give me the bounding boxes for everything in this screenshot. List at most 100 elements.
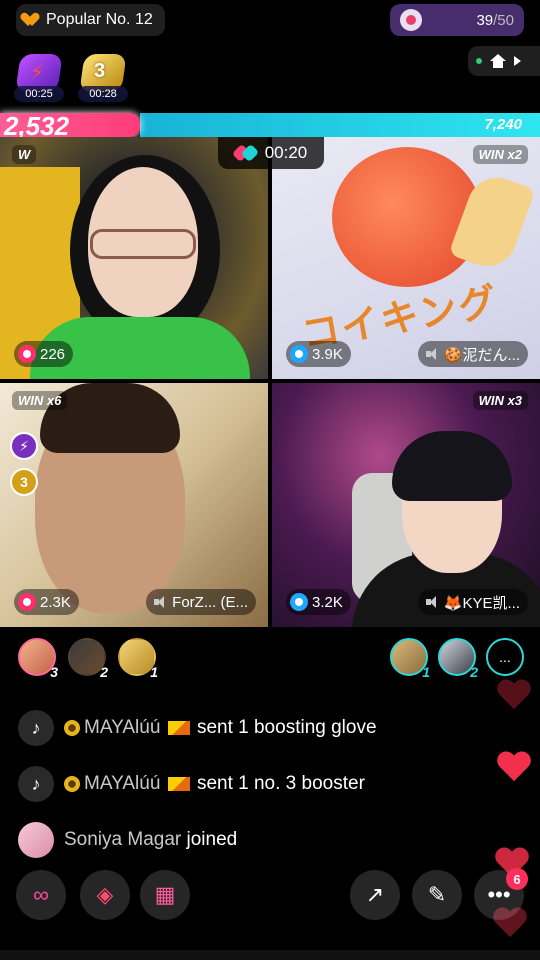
sunflower-icon bbox=[64, 775, 80, 792]
sunflower-icon bbox=[64, 719, 80, 736]
bhutan-flag-icon bbox=[167, 776, 190, 791]
link-button[interactable]: ∞ bbox=[16, 870, 66, 920]
number-3-badge-icon[interactable]: 3 bbox=[10, 468, 38, 496]
participant-count: 39/50 bbox=[476, 11, 514, 29]
host-name: ForZ... (E... bbox=[172, 593, 248, 611]
host-name-pill[interactable]: 🦊KYE凯... bbox=[417, 589, 528, 615]
more-button[interactable]: ••• 6 bbox=[474, 868, 528, 920]
live-dot-icon bbox=[476, 58, 482, 64]
booster-timer: 00:25 bbox=[14, 86, 64, 102]
mute-icon bbox=[154, 596, 168, 608]
lightning-icon: ⚡ bbox=[30, 62, 45, 84]
magic-wand-icon: ✎ bbox=[427, 882, 447, 907]
score-icon bbox=[290, 345, 308, 363]
gifter-rank: 1 bbox=[150, 664, 158, 680]
bottom-controls: ∞ ◈ ▦ ↗ ✎ ••• 6 bbox=[16, 868, 528, 922]
half-heart-icon bbox=[24, 13, 40, 27]
tile-boost-badges: ⚡ 3 bbox=[10, 432, 38, 496]
popular-rank-pill[interactable]: Popular No. 12 bbox=[16, 4, 165, 36]
home-icon[interactable] bbox=[490, 54, 506, 68]
popular-rank-label: Popular No. 12 bbox=[46, 11, 153, 28]
floating-heart-icon bbox=[496, 680, 532, 712]
user-avatar[interactable] bbox=[18, 822, 54, 858]
hair bbox=[392, 431, 512, 501]
booster-timer: 00:28 bbox=[78, 86, 128, 102]
tile-score: 2.3K bbox=[40, 593, 71, 611]
chat-message[interactable]: ♪ MAYAlúú sent 1 boosting glove bbox=[18, 700, 488, 756]
score-icon bbox=[290, 593, 308, 611]
chat-message[interactable]: ♪ MAYAlúú sent 1 no. 3 booster bbox=[18, 756, 488, 812]
battle-grid: W 226 コイキング WIN x2 3.9K 🍪泥だん... WIN x6 2… bbox=[0, 137, 540, 627]
host-name-pill[interactable]: ForZ... (E... bbox=[146, 589, 256, 615]
host-tile-1[interactable]: W 226 bbox=[0, 137, 268, 379]
host-tile-4[interactable]: WIN x3 3.2K 🦊KYE凯... bbox=[272, 383, 540, 627]
tile-score: 3.2K bbox=[312, 593, 343, 611]
tile-score-pill: 3.2K bbox=[286, 589, 351, 615]
battle-timer-text: 00:20 bbox=[264, 143, 308, 162]
battle-button[interactable]: ◈ bbox=[80, 870, 130, 920]
booster-glyph: 3 bbox=[94, 60, 106, 82]
score-icon bbox=[18, 345, 36, 363]
win-badge: WIN x2 bbox=[472, 145, 528, 164]
gifter-rank: 1 bbox=[422, 664, 430, 680]
battle-icon bbox=[235, 146, 257, 160]
share-button[interactable]: ↗ bbox=[350, 870, 400, 920]
host-name-pill[interactable]: 🍪泥だん... bbox=[417, 341, 528, 367]
right-score: 7,240 bbox=[484, 116, 522, 133]
gifter-rank: 3 bbox=[50, 664, 58, 680]
play-icon[interactable] bbox=[514, 56, 521, 66]
chat-line: Soniya Magar joined bbox=[64, 829, 237, 851]
chat-message[interactable]: Soniya Magar joined bbox=[18, 812, 488, 868]
room-controls[interactable] bbox=[468, 46, 540, 76]
booster-number-3[interactable]: 3 00:28 bbox=[78, 54, 128, 102]
booster-lightning[interactable]: ⚡ 00:25 bbox=[14, 54, 64, 102]
participant-count-pill[interactable]: 39/50 bbox=[390, 4, 524, 36]
widgets-button[interactable]: ▦ bbox=[140, 870, 190, 920]
glasses bbox=[90, 229, 196, 259]
battle-timer: 00:20 bbox=[218, 137, 324, 169]
booster-list: ⚡ 00:25 3 00:28 bbox=[14, 54, 128, 102]
left-team-gifters: 3 2 1 bbox=[18, 638, 158, 680]
chat-username[interactable]: MAYAlúú bbox=[84, 773, 160, 794]
chat-username[interactable]: Soniya Magar bbox=[64, 829, 181, 850]
chat-text: sent 1 no. 3 booster bbox=[196, 773, 365, 794]
right-team-gifters: 1 2 ... bbox=[390, 638, 524, 680]
tile-score: 226 bbox=[40, 345, 66, 363]
tile-score-pill: 226 bbox=[14, 341, 74, 367]
tiktok-icon: ♪ bbox=[18, 710, 54, 746]
gifter-avatar[interactable]: 1 bbox=[390, 638, 430, 680]
right-score-fill bbox=[140, 113, 540, 137]
tile-score: 3.9K bbox=[312, 345, 343, 363]
chat-line: MAYAlúú sent 1 no. 3 booster bbox=[64, 773, 365, 795]
link-icon: ∞ bbox=[33, 882, 49, 907]
more-dots-icon: ••• bbox=[487, 882, 511, 907]
effects-button[interactable]: ✎ bbox=[412, 870, 462, 920]
host-name: 🦊KYE凯... bbox=[443, 594, 520, 612]
battle-icon: ◈ bbox=[96, 882, 114, 907]
more-gifters-button[interactable]: ... bbox=[486, 638, 524, 676]
battle-score-bar: 2,532 7,240 bbox=[0, 111, 540, 141]
gifter-avatar[interactable]: 1 bbox=[118, 638, 158, 680]
gifter-avatar[interactable]: 3 bbox=[18, 638, 58, 680]
gifter-rank: 2 bbox=[100, 664, 108, 680]
host-tile-3[interactable]: WIN x6 2.3K ForZ... (E... bbox=[0, 383, 268, 627]
score-icon bbox=[18, 593, 36, 611]
notification-badge: 6 bbox=[506, 868, 528, 890]
win-badge: WIN x6 bbox=[12, 391, 68, 410]
gifter-rank: 2 bbox=[470, 664, 478, 680]
host-tile-2[interactable]: コイキング WIN x2 3.9K 🍪泥だん... bbox=[272, 137, 540, 379]
mute-icon bbox=[425, 348, 440, 360]
chat-text: joined bbox=[186, 829, 238, 850]
grid-icon: ▦ bbox=[154, 882, 176, 907]
floating-heart-icon bbox=[496, 752, 532, 784]
more-label: ... bbox=[499, 649, 511, 665]
win-badge: W bbox=[12, 145, 37, 164]
tile-score-pill: 3.9K bbox=[286, 341, 351, 367]
chat-username[interactable]: MAYAlúú bbox=[84, 717, 160, 738]
magikarp-illustration bbox=[332, 147, 482, 287]
system-bottom-strip bbox=[0, 950, 540, 960]
gifter-avatar[interactable]: 2 bbox=[68, 638, 108, 680]
bhutan-flag-icon bbox=[167, 720, 190, 735]
lightning-badge-icon[interactable]: ⚡ bbox=[10, 432, 38, 460]
gifter-avatar[interactable]: 2 bbox=[438, 638, 478, 680]
